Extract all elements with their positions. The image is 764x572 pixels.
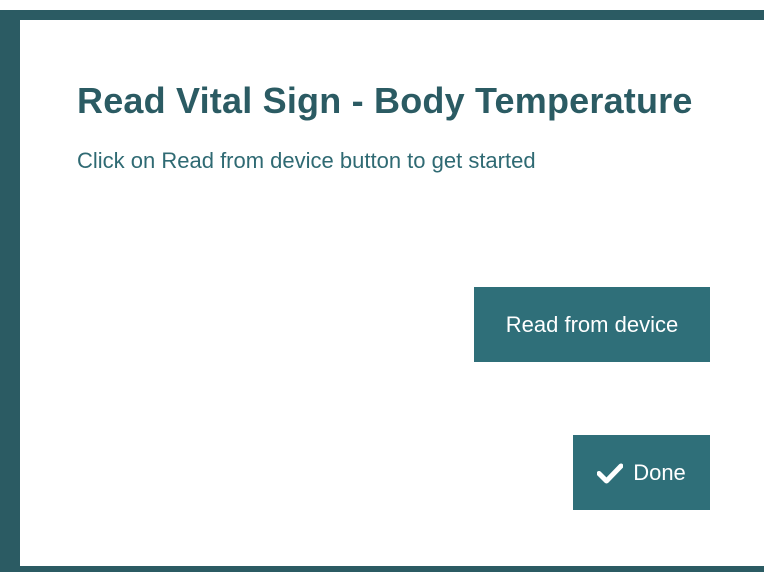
check-icon [596, 462, 624, 484]
done-button[interactable]: Done [573, 435, 710, 510]
read-from-device-label: Read from device [505, 311, 679, 337]
dialog-subtitle: Click on Read from device button to get … [77, 148, 536, 173]
vital-sign-dialog: Read Vital Sign - Body Temperature Click… [20, 20, 764, 566]
read-from-device-button[interactable]: Read from device [474, 287, 710, 362]
dialog-title: Read Vital Sign - Body Temperature [77, 80, 693, 121]
done-label: Done [633, 459, 686, 485]
top-band [0, 0, 764, 10]
